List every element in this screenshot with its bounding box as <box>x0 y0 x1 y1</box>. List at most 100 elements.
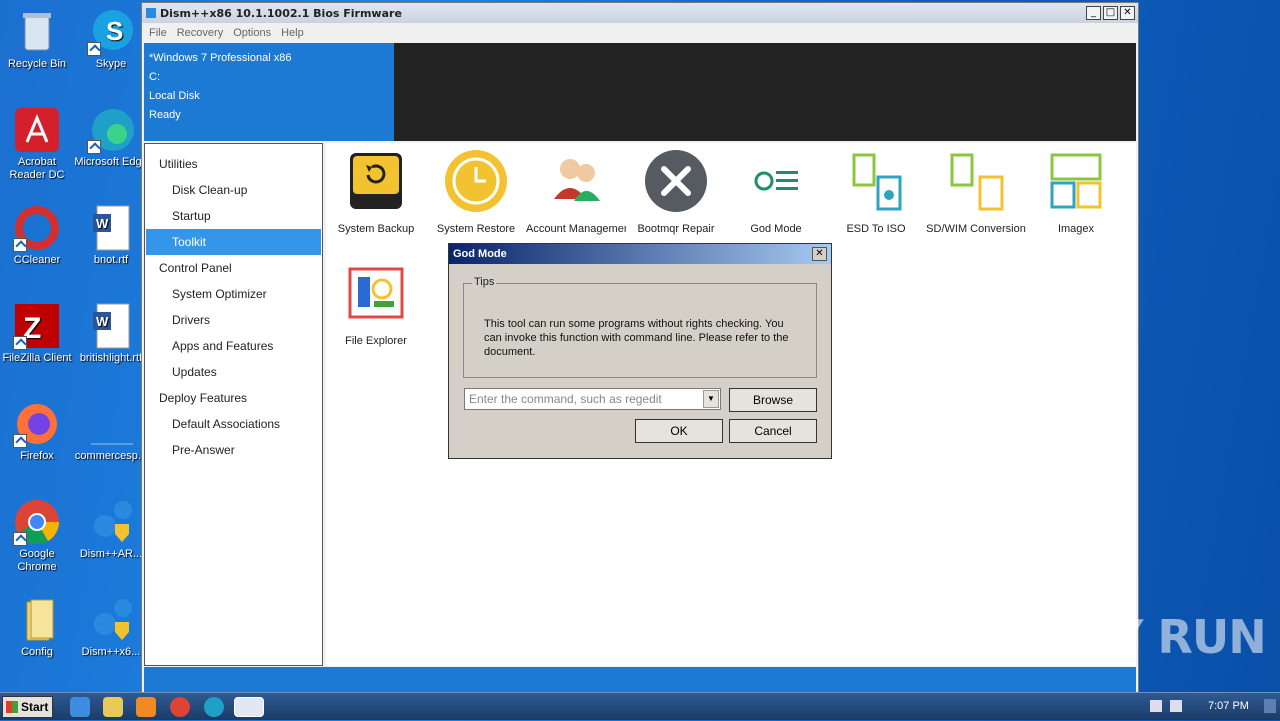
network-icon[interactable] <box>1170 700 1182 712</box>
file-explorer-icon <box>344 261 408 325</box>
tool-sd-wim-conversion[interactable]: SD/WIM Conversion <box>926 149 1026 235</box>
blank-file-icon <box>87 400 135 448</box>
tips-group-label: Tips <box>472 276 497 288</box>
system-tray: 7:07 PM <box>1140 693 1280 721</box>
tool-god-mode[interactable]: God Mode <box>726 149 826 235</box>
start-button[interactable]: Start <box>2 696 53 718</box>
session-os: *Windows 7 Professional x86 <box>149 52 292 64</box>
session-selector[interactable]: *Windows 7 Professional x86 C: Local Dis… <box>144 43 394 141</box>
explorer-folder-icon[interactable] <box>103 697 123 717</box>
command-placeholder: Enter the command, such as regedit <box>469 392 662 406</box>
tool-account-management[interactable]: Account Management <box>526 149 626 235</box>
svg-text:W: W <box>96 216 109 231</box>
cancel-button[interactable]: Cancel <box>729 419 817 443</box>
sidebar-item-disk-cleanup[interactable]: Disk Clean-up <box>145 177 322 203</box>
edge-icon <box>87 106 135 154</box>
desktop-icon-bnot[interactable]: W bnot.rtf <box>74 204 148 267</box>
sidebar-item-apps-features[interactable]: Apps and Features <box>145 333 322 359</box>
word-document-icon: W <box>87 302 135 350</box>
acrobat-icon <box>13 106 61 154</box>
menu-help[interactable]: Help <box>281 27 304 39</box>
window-titlebar[interactable]: Dism++x86 10.1.1002.1 Bios Firmware _ □ … <box>142 3 1138 23</box>
session-disk-type: Local Disk <box>149 90 200 102</box>
sidebar-item-pre-answer[interactable]: Pre-Answer <box>145 437 322 463</box>
desktop-icon-ccleaner[interactable]: CCleaner <box>0 204 74 267</box>
gear-shield-icon <box>87 596 135 644</box>
menu-options[interactable]: Options <box>233 27 271 39</box>
app-icon <box>146 8 156 18</box>
chevron-down-icon[interactable]: ▼ <box>703 390 719 408</box>
clock-icon <box>444 149 508 213</box>
svg-text:S: S <box>106 16 123 46</box>
desktop-icon-filezilla[interactable]: Z FileZilla Client <box>0 302 74 365</box>
tool-esd-to-iso[interactable]: ESD To ISO <box>826 149 926 235</box>
sidebar-item-updates[interactable]: Updates <box>145 359 322 385</box>
browse-button[interactable]: Browse <box>729 388 817 412</box>
sidebar-group-utilities[interactable]: Utilities <box>145 151 322 177</box>
media-player-icon[interactable] <box>136 697 156 717</box>
session-info-bar: *Windows 7 Professional x86 C: Local Dis… <box>144 43 1136 141</box>
dialog-title[interactable]: God Mode <box>449 244 831 264</box>
god-mode-dialog: God Mode ✕ Tips This tool can run some p… <box>448 243 832 459</box>
session-drive: C: <box>149 71 160 83</box>
tool-imagex[interactable]: Imagex <box>1026 149 1126 235</box>
folder-icon <box>13 596 61 644</box>
god-mode-icon <box>744 149 808 213</box>
sd-wim-icon <box>944 149 1008 213</box>
dism-taskbar-icon[interactable] <box>234 697 264 717</box>
tool-file-explorer[interactable]: File Explorer <box>326 261 426 347</box>
sidebar-group-deploy-features[interactable]: Deploy Features <box>145 385 322 411</box>
sidebar-item-drivers[interactable]: Drivers <box>145 307 322 333</box>
desktop-icon-commercesp[interactable]: commercesp... <box>74 400 148 463</box>
esd-to-iso-icon <box>844 149 908 213</box>
gear-shield-icon <box>87 498 135 546</box>
menu-file[interactable]: File <box>149 27 167 39</box>
watermark: ANY RUN <box>1038 610 1267 664</box>
chrome-taskbar-icon[interactable] <box>170 697 190 717</box>
close-button[interactable]: ✕ <box>1120 6 1135 20</box>
desktop-icon-acrobat[interactable]: Acrobat Reader DC <box>0 106 74 182</box>
desktop-icon-dism-ar[interactable]: Dism++AR... <box>74 498 148 561</box>
ok-button[interactable]: OK <box>635 419 723 443</box>
desktop-icon-chrome[interactable]: Google Chrome <box>0 498 74 574</box>
recycle-bin-icon <box>13 8 61 56</box>
sidebar-item-system-optimizer[interactable]: System Optimizer <box>145 281 322 307</box>
menu-recovery[interactable]: Recovery <box>177 27 223 39</box>
edge-taskbar-icon[interactable] <box>204 697 224 717</box>
desktop-icon-firefox[interactable]: Firefox <box>0 400 74 463</box>
desktop-icon-config[interactable]: Config <box>0 596 74 659</box>
ie-icon[interactable] <box>70 697 90 717</box>
desktop-icon-recycle-bin[interactable]: Recycle Bin <box>0 8 74 71</box>
sidebar-item-startup[interactable]: Startup <box>145 203 322 229</box>
imagex-icon <box>1044 149 1108 213</box>
maximize-button[interactable]: □ <box>1103 6 1118 20</box>
window-title: Dism++x86 10.1.1002.1 Bios Firmware <box>160 6 402 20</box>
clock[interactable]: 7:07 PM <box>1208 700 1249 712</box>
ccleaner-icon <box>13 204 61 252</box>
tips-group: Tips This tool can run some programs wit… <box>463 276 817 378</box>
sidebar-item-toolkit[interactable]: Toolkit <box>146 229 321 255</box>
svg-text:W: W <box>96 314 109 329</box>
volume-icon[interactable] <box>1150 700 1162 712</box>
tool-system-restore[interactable]: System Restore <box>426 149 526 235</box>
status-strip <box>144 667 1136 693</box>
tool-bootmgr-repair[interactable]: Bootmqr Repair <box>626 149 726 235</box>
tool-system-backup[interactable]: System Backup <box>326 149 426 235</box>
minimize-button[interactable]: _ <box>1086 6 1101 20</box>
menu-bar: File Recovery Options Help <box>142 23 1138 42</box>
wrench-screwdriver-icon <box>644 149 708 213</box>
desktop-icon-skype[interactable]: S Skype <box>74 8 148 71</box>
sidebar: Utilities Disk Clean-up Startup Toolkit … <box>144 143 323 666</box>
show-desktop-button[interactable] <box>1264 699 1276 713</box>
command-combobox[interactable]: Enter the command, such as regedit ▼ <box>464 388 721 410</box>
sidebar-item-default-associations[interactable]: Default Associations <box>145 411 322 437</box>
dialog-close-button[interactable]: ✕ <box>812 247 827 261</box>
skype-icon: S <box>87 8 135 56</box>
sidebar-group-control-panel[interactable]: Control Panel <box>145 255 322 281</box>
desktop-icon-edge[interactable]: Microsoft Edge <box>74 106 148 169</box>
chrome-icon <box>13 498 61 546</box>
word-document-icon: W <box>87 204 135 252</box>
desktop-icon-dism-x6[interactable]: Dism++x6... <box>74 596 148 659</box>
users-icon <box>544 149 608 213</box>
desktop-icon-britishlight[interactable]: W britishlight.rtf <box>74 302 148 365</box>
